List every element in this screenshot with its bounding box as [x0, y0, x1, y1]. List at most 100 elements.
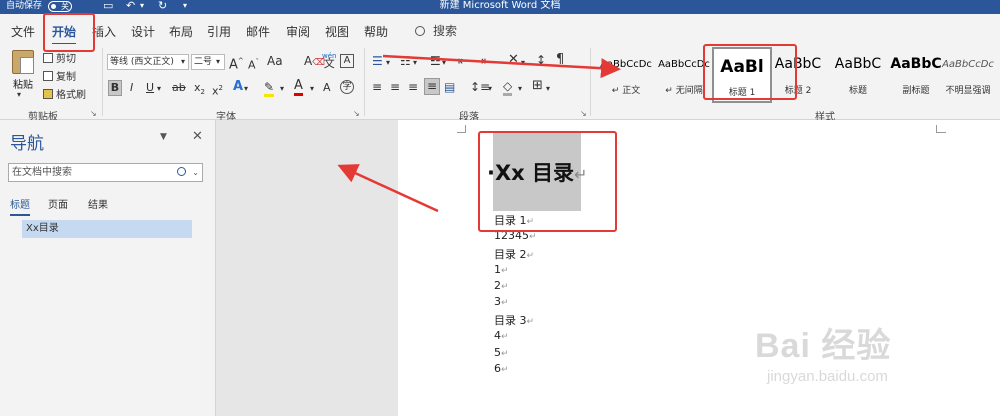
crop-mark [457, 132, 466, 133]
annotation-box-home-tab [43, 13, 95, 52]
strikethrough-button[interactable]: ab [172, 81, 186, 95]
group-divider [102, 48, 103, 116]
document-line[interactable]: 目录 2↵ [494, 246, 534, 262]
document-title: 新建 Microsoft Word 文档 [439, 0, 561, 11]
font-size-dropdown-icon[interactable]: ▾ [216, 55, 220, 69]
tab-review[interactable]: 审阅 [286, 23, 310, 40]
brush-icon [43, 89, 53, 99]
char-shading-icon[interactable]: A [323, 81, 331, 95]
search-icon[interactable] [177, 167, 186, 176]
align-right-icon[interactable]: ≡ [408, 80, 418, 94]
bullets-dropdown-icon[interactable]: ▾ [386, 56, 390, 70]
phonetic-guide-icon[interactable]: wén 文 [322, 52, 336, 69]
font-size-value: 二号 [194, 57, 213, 67]
increase-indent-icon[interactable]: ⇥ [476, 54, 486, 68]
align-left-icon[interactable]: ≡ [372, 80, 382, 94]
grow-font-icon[interactable]: A^ [229, 54, 244, 72]
numbering-icon[interactable]: ☷ [400, 54, 411, 68]
change-case-icon[interactable]: Aa [267, 54, 283, 68]
highlight-icon[interactable]: ✎ [264, 80, 275, 97]
font-color-icon[interactable]: A [294, 79, 303, 96]
shrink-font-icon[interactable]: Aˇ [248, 55, 259, 73]
show-marks-icon[interactable]: ¶ [556, 53, 564, 67]
bold-button[interactable]: B [108, 80, 122, 96]
paste-icon[interactable] [12, 50, 34, 74]
font-name-select[interactable]: 等线 (西文正文) [107, 54, 189, 70]
italic-button[interactable]: I [130, 81, 133, 95]
ribbon-tabs: 文件 开始 插入 设计 布局 引用 邮件 审阅 视图 帮助 搜索 [0, 14, 1000, 45]
nav-heading-item[interactable]: Xx目录 [22, 220, 192, 238]
align-center-icon[interactable]: ≡ [390, 80, 400, 94]
tab-mailings[interactable]: 邮件 [246, 23, 270, 40]
multilevel-list-icon[interactable]: ☲ [430, 54, 441, 68]
multilevel-dropdown-icon[interactable]: ▾ [442, 56, 446, 70]
tab-help[interactable]: 帮助 [364, 23, 388, 40]
decrease-indent-icon[interactable]: ⇤ [458, 54, 468, 68]
close-icon[interactable]: ✕ [192, 129, 203, 144]
document-line[interactable]: 4↵ [494, 329, 509, 342]
chevron-down-icon[interactable]: ⌄ [192, 164, 199, 181]
bullets-icon[interactable]: ☰ [372, 54, 383, 68]
document-line[interactable]: 3↵ [494, 295, 509, 308]
document-line[interactable]: 2↵ [494, 279, 509, 292]
watermark-url: jingyan.baidu.com [767, 368, 888, 385]
copy-button[interactable]: 复制 [43, 68, 76, 83]
tell-me-search[interactable]: 搜索 [415, 22, 457, 39]
paste-button[interactable]: 粘贴 [13, 76, 33, 91]
superscript-button[interactable]: x2 [212, 81, 223, 99]
underline-button[interactable]: U [146, 81, 154, 95]
tab-layout[interactable]: 布局 [169, 23, 193, 40]
justify-icon[interactable]: ≡ [424, 78, 440, 95]
style-sample: AaBbCcDc [600, 59, 652, 70]
highlight-dropdown-icon[interactable]: ▾ [280, 82, 284, 96]
nav-tab-headings[interactable]: 标题 [10, 196, 30, 216]
document-line[interactable]: 目录 3↵ [494, 312, 534, 328]
borders-icon[interactable]: ⊞ [532, 79, 543, 93]
tab-view[interactable]: 视图 [325, 23, 349, 40]
format-painter-button[interactable]: 格式刷 [43, 86, 86, 101]
document-line[interactable]: 1↵ [494, 263, 509, 276]
line-spacing-dropdown-icon[interactable]: ▾ [488, 82, 492, 96]
underline-dropdown-icon[interactable]: ▾ [157, 82, 161, 96]
chinese-layout-dropdown-icon[interactable]: ▾ [521, 56, 525, 70]
style-name: 标题 [848, 86, 867, 96]
sort-icon[interactable]: ↕ [536, 53, 546, 67]
tab-file[interactable]: 文件 [11, 23, 35, 40]
tab-references[interactable]: 引用 [207, 23, 231, 40]
title-bar: 自动保存 关 ▭ ↶ ▾ ↻ ▾ 新建 Microsoft Word 文档 [0, 0, 1000, 14]
borders-dropdown-icon[interactable]: ▾ [546, 82, 550, 96]
style-subtitle[interactable]: AaBbC 副标题 [886, 47, 946, 103]
style-subtle-emphasis[interactable]: AaBbCcDc 不明显强调 [942, 47, 994, 103]
font-name-dropdown-icon[interactable]: ▾ [181, 55, 185, 69]
cut-button[interactable]: 剪切 [43, 50, 76, 65]
font-color-dropdown-icon[interactable]: ▾ [310, 82, 314, 96]
shading-icon[interactable]: ◇ [503, 79, 513, 96]
paragraph-launcher-icon[interactable]: ↘ [580, 109, 587, 118]
nav-search-input[interactable]: 在文档中搜索 ⌄ [8, 163, 203, 182]
font-launcher-icon[interactable]: ↘ [353, 109, 360, 118]
style-normal[interactable]: AaBbCcDc ↵ 正文 [596, 47, 656, 103]
nav-options-icon[interactable]: ▼ [160, 132, 167, 142]
style-sample: AaBbC [890, 56, 942, 72]
crop-mark [936, 132, 946, 133]
tab-design[interactable]: 设计 [131, 23, 155, 40]
numbering-dropdown-icon[interactable]: ▾ [413, 56, 417, 70]
document-line[interactable]: 5↵ [494, 346, 509, 359]
paste-dropdown-icon[interactable]: ▾ [17, 88, 21, 102]
format-painter-label: 格式刷 [56, 90, 86, 101]
style-title[interactable]: AaBbC 标题 [828, 47, 888, 103]
clipboard-launcher-icon[interactable]: ↘ [90, 109, 97, 118]
subscript-button[interactable]: x2 [194, 81, 205, 99]
shading-dropdown-icon[interactable]: ▾ [518, 82, 522, 96]
text-effects-dropdown-icon[interactable]: ▾ [244, 82, 248, 96]
tab-insert[interactable]: 插入 [92, 23, 116, 40]
distributed-icon[interactable]: ▤ [444, 80, 455, 94]
nav-tab-results[interactable]: 结果 [88, 196, 108, 211]
chinese-layout-icon[interactable]: ✕ [508, 53, 519, 67]
document-line[interactable]: 6↵ [494, 362, 509, 375]
cut-label: 剪切 [56, 54, 76, 65]
nav-tab-pages[interactable]: 页面 [48, 196, 68, 211]
text-effects-icon[interactable]: A [233, 80, 243, 94]
character-border-icon[interactable]: A [340, 54, 354, 68]
enclose-characters-icon[interactable]: 字 [340, 80, 354, 94]
